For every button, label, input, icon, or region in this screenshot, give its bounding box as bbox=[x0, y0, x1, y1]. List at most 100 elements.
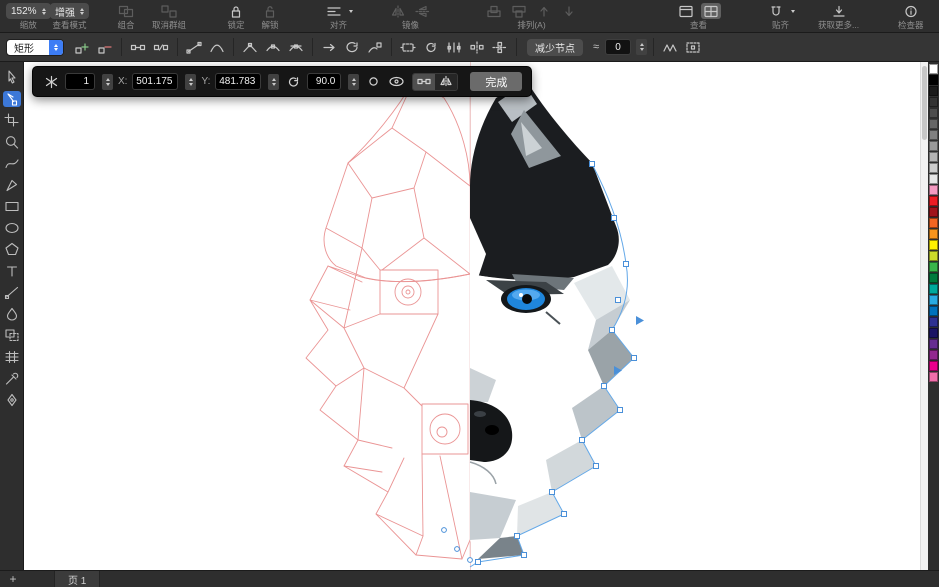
zoom-select[interactable]: 152% bbox=[6, 3, 51, 19]
color-swatch[interactable] bbox=[929, 240, 938, 250]
color-swatch[interactable] bbox=[929, 196, 938, 206]
color-swatch[interactable] bbox=[929, 185, 938, 195]
combine-button[interactable] bbox=[116, 3, 136, 19]
color-swatch[interactable] bbox=[929, 372, 938, 382]
mesh-tool[interactable] bbox=[3, 349, 21, 365]
color-swatch[interactable] bbox=[929, 86, 938, 96]
color-swatch[interactable] bbox=[929, 174, 938, 184]
get-more-button[interactable] bbox=[829, 3, 849, 19]
cusp-node-button[interactable] bbox=[240, 39, 260, 55]
rendered-half[interactable] bbox=[470, 80, 634, 559]
angle-stepper[interactable] bbox=[348, 74, 359, 90]
scrollbar-thumb[interactable] bbox=[922, 66, 927, 140]
color-swatch[interactable] bbox=[929, 141, 938, 151]
rotate-nodes-button[interactable] bbox=[421, 39, 441, 55]
page-tab[interactable]: 页 1 bbox=[54, 571, 100, 587]
color-swatch[interactable] bbox=[929, 328, 938, 338]
y-stepper[interactable] bbox=[268, 74, 279, 90]
color-swatch[interactable] bbox=[929, 251, 938, 261]
symmetry-count-field[interactable]: 1 bbox=[65, 73, 95, 90]
to-back-button[interactable] bbox=[509, 3, 529, 19]
ungroup-button[interactable] bbox=[159, 3, 179, 19]
color-swatch[interactable] bbox=[929, 273, 938, 283]
color-swatch[interactable] bbox=[929, 339, 938, 349]
drawing-canvas[interactable]: 1 X: 501.175 Y: 481.783 90.0 完成 bbox=[24, 62, 920, 570]
align-nodes-button[interactable] bbox=[444, 39, 464, 55]
eyedropper-tool[interactable] bbox=[3, 370, 21, 386]
add-page-button[interactable]: + bbox=[0, 571, 26, 587]
color-swatch[interactable] bbox=[929, 295, 938, 305]
color-swatch[interactable] bbox=[929, 229, 938, 239]
to-front-button[interactable] bbox=[484, 3, 504, 19]
color-swatch[interactable] bbox=[929, 317, 938, 327]
color-swatch[interactable] bbox=[929, 108, 938, 118]
forward-one-button[interactable] bbox=[534, 3, 554, 19]
symmetric-node-button[interactable] bbox=[286, 39, 306, 55]
delete-node-button[interactable] bbox=[95, 39, 115, 55]
symmetry-count-stepper[interactable] bbox=[102, 74, 113, 90]
add-node-button[interactable] bbox=[72, 39, 92, 55]
color-swatch[interactable] bbox=[929, 97, 938, 107]
color-swatch[interactable] bbox=[929, 64, 938, 74]
fill-tool[interactable] bbox=[3, 306, 21, 322]
inspector-button[interactable] bbox=[901, 3, 921, 19]
line-tool[interactable] bbox=[3, 284, 21, 300]
grid-view-button[interactable] bbox=[701, 3, 721, 19]
done-button[interactable]: 完成 bbox=[470, 72, 522, 91]
outline-pen-tool[interactable] bbox=[3, 392, 21, 408]
color-swatch[interactable] bbox=[929, 218, 938, 228]
artistic-media-tool[interactable] bbox=[3, 177, 21, 193]
break-node-button[interactable] bbox=[151, 39, 171, 55]
color-swatch[interactable] bbox=[929, 130, 938, 140]
to-curve-button[interactable] bbox=[207, 39, 227, 55]
color-swatch[interactable] bbox=[929, 207, 938, 217]
fuse-nodes-toggle[interactable] bbox=[413, 74, 435, 90]
x-stepper[interactable] bbox=[185, 74, 196, 90]
crop-tool[interactable] bbox=[3, 112, 21, 128]
unlock-button[interactable] bbox=[260, 3, 280, 19]
snap-button[interactable] bbox=[766, 3, 786, 19]
text-tool[interactable] bbox=[3, 263, 21, 279]
wireframe-half[interactable] bbox=[306, 80, 470, 559]
mirror-horizontal-button[interactable] bbox=[388, 3, 408, 19]
elastic-mode-button[interactable] bbox=[660, 39, 680, 55]
select-all-nodes-button[interactable] bbox=[683, 39, 703, 55]
shape-type-select[interactable]: 矩形 bbox=[6, 39, 64, 56]
smoothing-stepper[interactable] bbox=[636, 39, 647, 55]
color-swatch[interactable] bbox=[929, 284, 938, 294]
reverse-direction-button[interactable] bbox=[319, 39, 339, 55]
back-one-button[interactable] bbox=[559, 3, 579, 19]
single-page-view-button[interactable] bbox=[676, 3, 696, 19]
color-swatch[interactable] bbox=[929, 152, 938, 162]
angle-field[interactable]: 90.0 bbox=[307, 73, 341, 90]
stretch-nodes-button[interactable] bbox=[398, 39, 418, 55]
close-curve-button[interactable] bbox=[342, 39, 362, 55]
zoom-tool[interactable] bbox=[3, 134, 21, 150]
circle-icon[interactable] bbox=[364, 74, 382, 90]
x-field[interactable]: 501.175 bbox=[132, 73, 178, 90]
husky-artwork[interactable] bbox=[274, 68, 674, 568]
color-swatch[interactable] bbox=[929, 119, 938, 129]
extract-subpath-button[interactable] bbox=[365, 39, 385, 55]
mirror-vertical-button[interactable] bbox=[413, 3, 433, 19]
view-mode-select[interactable]: 增强 bbox=[50, 3, 89, 19]
join-nodes-button[interactable] bbox=[128, 39, 148, 55]
lock-button[interactable] bbox=[226, 3, 246, 19]
to-line-button[interactable] bbox=[184, 39, 204, 55]
smooth-node-button[interactable] bbox=[263, 39, 283, 55]
reflect-vertical-button[interactable] bbox=[490, 39, 510, 55]
vertical-scrollbar[interactable] bbox=[920, 62, 928, 570]
drop-shadow-tool[interactable] bbox=[3, 327, 21, 343]
color-swatch[interactable] bbox=[929, 75, 938, 85]
node-handle-arrow[interactable] bbox=[636, 316, 644, 325]
ellipse-tool[interactable] bbox=[3, 220, 21, 236]
eye-icon[interactable] bbox=[387, 74, 405, 90]
shape-tool[interactable] bbox=[3, 91, 21, 107]
reflect-horizontal-button[interactable] bbox=[467, 39, 487, 55]
color-swatch[interactable] bbox=[929, 262, 938, 272]
color-swatch[interactable] bbox=[929, 361, 938, 371]
polygon-tool[interactable] bbox=[3, 241, 21, 257]
y-field[interactable]: 481.783 bbox=[215, 73, 261, 90]
freehand-tool[interactable] bbox=[3, 155, 21, 171]
smoothing-field[interactable]: 0 bbox=[605, 39, 631, 55]
